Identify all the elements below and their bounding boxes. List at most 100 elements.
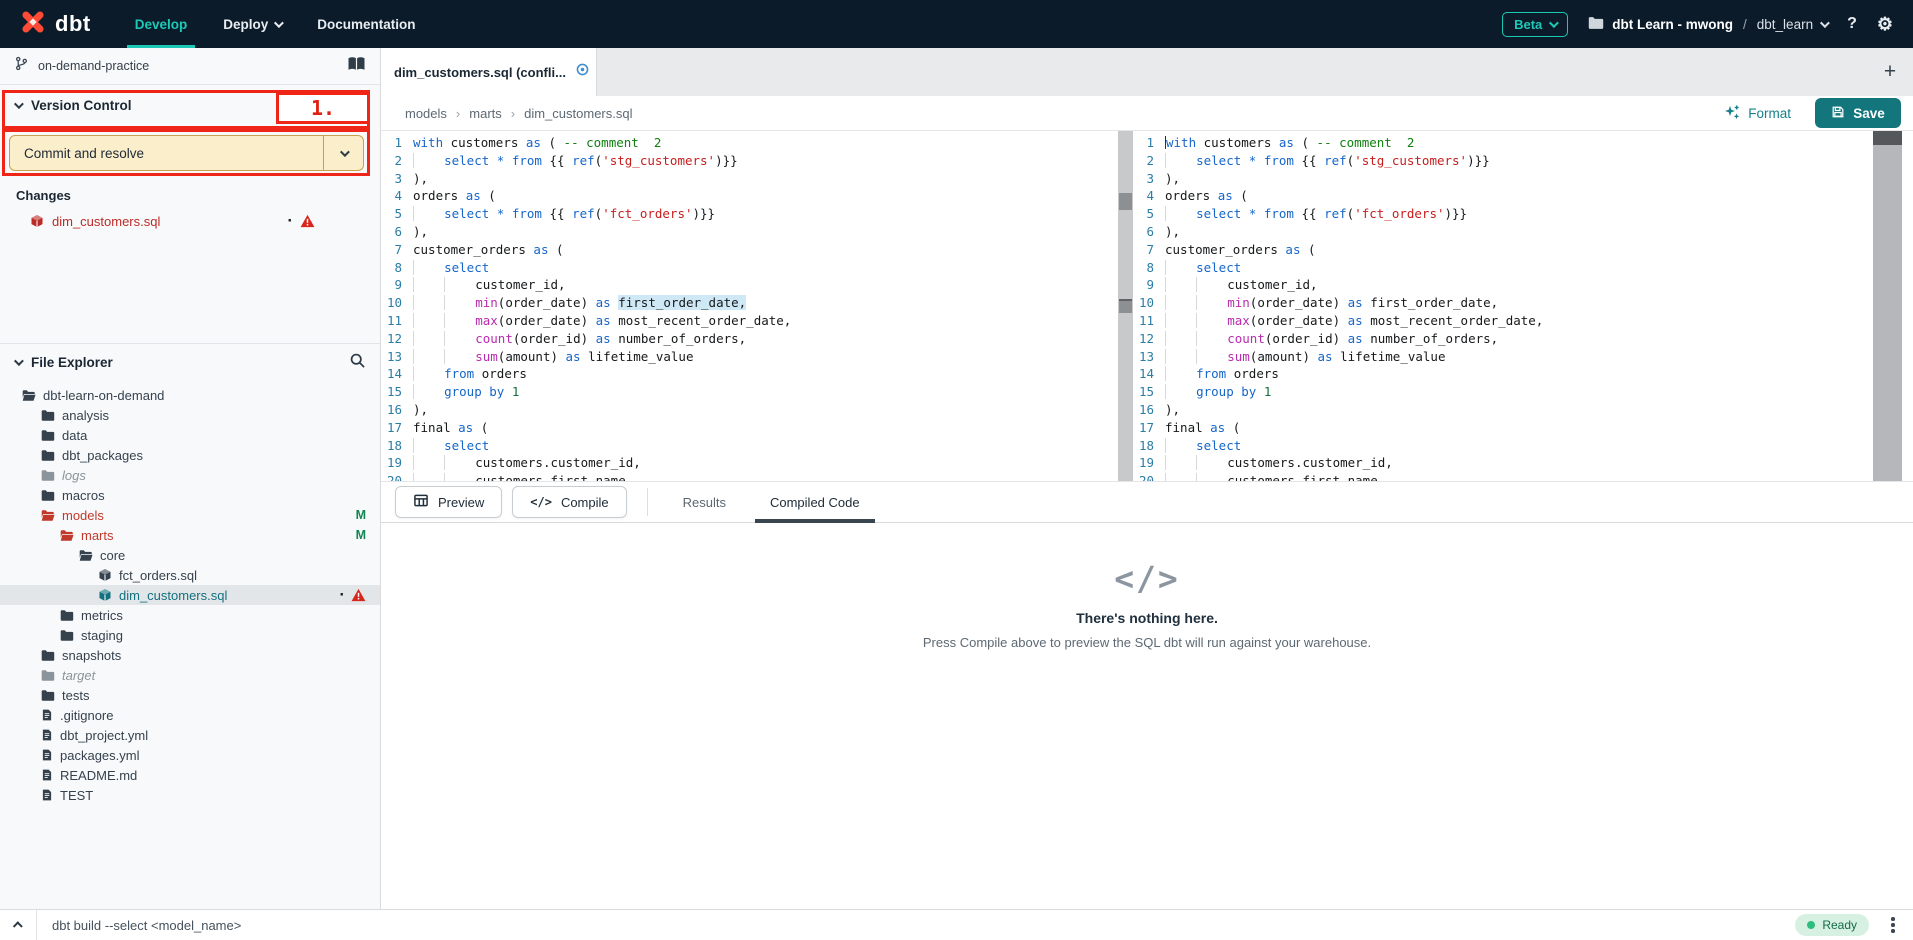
code-line: 3), — [381, 170, 1118, 188]
docs-book-icon[interactable] — [347, 56, 366, 77]
version-control-header[interactable]: Version Control — [14, 98, 132, 113]
line-number: 5 — [381, 205, 413, 223]
folder-icon — [41, 669, 55, 682]
tree-item-dim_customers.sql[interactable]: dim_customers.sql· — [0, 585, 380, 605]
chevron-up-icon[interactable] — [0, 922, 36, 929]
dbt-logo[interactable]: dbt — [0, 0, 117, 48]
line-number: 7 — [1133, 241, 1165, 259]
line-number: 4 — [381, 187, 413, 205]
line-number: 3 — [381, 170, 413, 188]
tree-item-dbt_project.yml[interactable]: dbt_project.yml — [0, 725, 380, 745]
tab-strip: dim_customers.sql (confli... + — [381, 48, 1913, 96]
left-editor-scrollbar[interactable] — [1118, 131, 1133, 481]
scrollbar-thumb[interactable] — [1119, 299, 1132, 313]
preview-button[interactable]: Preview — [395, 486, 502, 518]
tree-item-tests[interactable]: tests — [0, 685, 380, 705]
nav-item-develop[interactable]: Develop — [117, 0, 206, 48]
line-number: 19 — [381, 454, 413, 472]
tab-dim-customers[interactable]: dim_customers.sql (confli... — [381, 48, 597, 96]
tree-item-data[interactable]: data — [0, 425, 380, 445]
help-icon[interactable]: ? — [1847, 15, 1857, 33]
search-icon[interactable] — [349, 352, 366, 372]
status-dot-icon — [1807, 921, 1815, 929]
breadcrumb-models[interactable]: models — [405, 106, 447, 121]
right-editor-pane[interactable]: 1with customers as ( -- comment 22 selec… — [1133, 131, 1873, 481]
scrollbar-thumb[interactable] — [1119, 193, 1132, 210]
tree-item-snapshots[interactable]: snapshots — [0, 645, 380, 665]
right-editor-scrollbar[interactable] — [1873, 131, 1902, 481]
nav-item-documentation[interactable]: Documentation — [299, 0, 433, 48]
tree-item-staging[interactable]: staging — [0, 625, 380, 645]
project-selector[interactable]: dbt_learn — [1757, 17, 1827, 32]
file-explorer-header[interactable]: File Explorer — [14, 352, 366, 372]
chevron-down-icon — [1820, 18, 1830, 28]
code-line: 6), — [1133, 223, 1873, 241]
brand-text: dbt — [55, 11, 91, 37]
kebab-menu-icon[interactable] — [1883, 917, 1903, 933]
account-separator: / — [1741, 17, 1749, 32]
left-editor-pane[interactable]: 1with customers as ( -- comment 22 selec… — [381, 131, 1118, 481]
tree-item-dbt_packages[interactable]: dbt_packages — [0, 445, 380, 465]
tree-item-core[interactable]: core — [0, 545, 380, 565]
tree-item-target[interactable]: target — [0, 665, 380, 685]
divider — [647, 488, 648, 516]
commit-dropdown-toggle[interactable] — [323, 136, 363, 170]
line-number: 2 — [1133, 152, 1165, 170]
tree-item-logs[interactable]: logs — [0, 465, 380, 485]
folder-icon — [41, 489, 55, 502]
branch-bar[interactable]: on-demand-practice — [0, 48, 380, 85]
model-cube-icon — [98, 588, 112, 602]
line-number: 7 — [381, 241, 413, 259]
line-number: 4 — [1133, 187, 1165, 205]
line-number: 17 — [381, 419, 413, 437]
tree-item-dbt-learn-on-demand[interactable]: dbt-learn-on-demand — [0, 385, 380, 405]
file-tree: dbt-learn-on-demand analysis data dbt_pa… — [0, 385, 380, 805]
changed-file-dim_customers.sql[interactable]: dim_customers.sql · — [0, 208, 381, 234]
code-line: 16), — [381, 401, 1118, 419]
tree-item-packages.yml[interactable]: packages.yml — [0, 745, 380, 765]
code-line: 10 min(order_date) as first_order_date, — [1133, 294, 1873, 312]
nav-item-deploy[interactable]: Deploy — [205, 0, 299, 48]
git-branch-icon — [14, 56, 29, 76]
tree-item-models[interactable]: modelsM — [0, 505, 380, 525]
file-icon — [41, 768, 53, 782]
warning-icon — [351, 588, 366, 602]
compile-button[interactable]: </> Compile — [512, 486, 626, 518]
code-line: 5 select * from {{ ref('fct_orders')}} — [381, 205, 1118, 223]
scrollbar-thumb[interactable] — [1873, 131, 1902, 145]
file-icon — [41, 728, 53, 742]
tab-results[interactable]: Results — [668, 481, 741, 523]
tree-item-TEST[interactable]: TEST — [0, 785, 380, 805]
format-button[interactable]: Format — [1724, 104, 1791, 123]
new-tab-button[interactable]: + — [1867, 48, 1913, 96]
line-number: 14 — [1133, 365, 1165, 383]
commit-button-label[interactable]: Commit and resolve — [10, 136, 323, 170]
code-line: 3), — [1133, 170, 1873, 188]
changes-list: dim_customers.sql · — [0, 208, 381, 234]
tree-item-macros[interactable]: macros — [0, 485, 380, 505]
beta-dropdown[interactable]: Beta — [1502, 12, 1568, 37]
tree-item-README.md[interactable]: README.md — [0, 765, 380, 785]
code-line: 8 select — [381, 259, 1118, 277]
save-button[interactable]: Save — [1815, 98, 1901, 128]
gear-icon[interactable]: ⚙ — [1877, 14, 1893, 35]
tree-item-fct_orders.sql[interactable]: fct_orders.sql — [0, 565, 380, 585]
breadcrumb-file[interactable]: dim_customers.sql — [524, 106, 632, 121]
command-input[interactable]: dbt build --select <model_name> — [37, 918, 1795, 933]
tab-compiled-code[interactable]: Compiled Code — [755, 481, 875, 523]
tree-item-marts[interactable]: martsM — [0, 525, 380, 545]
commit-and-resolve-button[interactable]: Commit and resolve — [9, 135, 364, 171]
file-icon — [41, 788, 53, 802]
dbt-cloud-ide: dbt Develop Deploy Documentation Beta db… — [0, 0, 1913, 940]
account-name[interactable]: dbt Learn - mwong — [1612, 17, 1733, 32]
line-number: 20 — [381, 472, 413, 481]
line-number: 13 — [381, 348, 413, 366]
code-line: 7customer_orders as ( — [1133, 241, 1873, 259]
code-line: 2 select * from {{ ref('stg_customers')}… — [1133, 152, 1873, 170]
tree-item-analysis[interactable]: analysis — [0, 405, 380, 425]
line-number: 5 — [1133, 205, 1165, 223]
tree-item-metrics[interactable]: metrics — [0, 605, 380, 625]
breadcrumb-marts[interactable]: marts — [469, 106, 502, 121]
tree-item-.gitignore[interactable]: .gitignore — [0, 705, 380, 725]
sidebar: on-demand-practice 1. Version Control Co… — [0, 48, 381, 909]
